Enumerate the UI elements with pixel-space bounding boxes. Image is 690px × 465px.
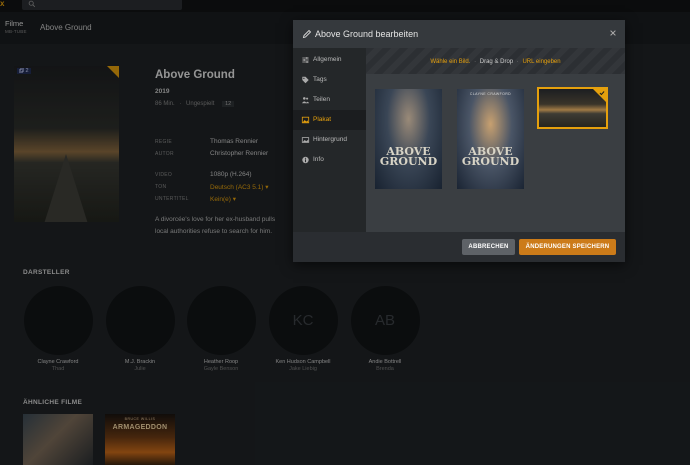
dialog-title: Above Ground bearbeiten: [315, 29, 419, 39]
sidebar-item-general[interactable]: Allgemein: [293, 50, 366, 70]
drop-separator: ·: [474, 59, 477, 65]
drop-separator: ·: [516, 59, 519, 65]
sidebar-item-label: Allgemein: [313, 56, 342, 63]
sliders-icon: [302, 57, 309, 63]
checkmark-icon: [599, 91, 605, 96]
sidebar-item-background[interactable]: Hintergrund: [293, 130, 366, 150]
pencil-icon: [302, 29, 312, 39]
tags-icon: [302, 76, 309, 84]
sidebar-item-label: Hintergrund: [313, 136, 347, 143]
background-icon: [301, 137, 310, 143]
info-icon: [302, 156, 309, 164]
poster-option[interactable]: CLAYNE CRAWFORD ABOVE GROUND: [457, 89, 524, 189]
sidebar-item-share[interactable]: Teilen: [293, 90, 366, 110]
poster-option-selected[interactable]: [537, 87, 608, 129]
poster-dropzone[interactable]: Wähle ein Bild. · Drag & Drop · URL eing…: [366, 48, 625, 74]
poster-option[interactable]: ABOVE GROUND: [375, 89, 442, 189]
poster-option-title: ABOVE GROUND: [461, 145, 520, 168]
choose-image-link[interactable]: Wähle ein Bild.: [430, 59, 470, 65]
sidebar-item-label: Plakat: [313, 116, 332, 123]
sidebar-item-label: Info: [313, 156, 324, 163]
poster-option-title: ABOVE GROUND: [379, 145, 438, 168]
sidebar-item-label: Teilen: [313, 96, 330, 103]
dialog-sidebar: Allgemein Tags Teilen Plakat Hintergrund…: [293, 48, 366, 232]
edit-dialog: Above Ground bearbeiten Allgemein Tags T…: [293, 20, 625, 262]
save-changes-button[interactable]: ÄNDERUNGEN SPEICHERN: [519, 239, 616, 255]
sidebar-item-info[interactable]: Info: [293, 150, 366, 170]
poster-option-tagline: CLAYNE CRAWFORD: [469, 92, 512, 96]
dropzone-text: Wähle ein Bild. · Drag & Drop · URL eing…: [366, 59, 625, 65]
users-icon: [301, 97, 310, 104]
enter-url-link[interactable]: URL eingeben: [522, 59, 560, 65]
sidebar-item-tags[interactable]: Tags: [293, 70, 366, 90]
dialog-header: Above Ground bearbeiten: [293, 20, 625, 48]
cancel-button[interactable]: ABBRECHEN: [462, 239, 515, 255]
sidebar-item-label: Tags: [313, 76, 327, 83]
drag-drop-label: Drag & Drop: [479, 59, 514, 65]
close-icon[interactable]: [609, 29, 617, 37]
image-icon: [301, 116, 310, 124]
dialog-footer: ABBRECHEN ÄNDERUNGEN SPEICHERN: [293, 232, 625, 262]
sidebar-item-poster[interactable]: Plakat: [293, 110, 366, 130]
